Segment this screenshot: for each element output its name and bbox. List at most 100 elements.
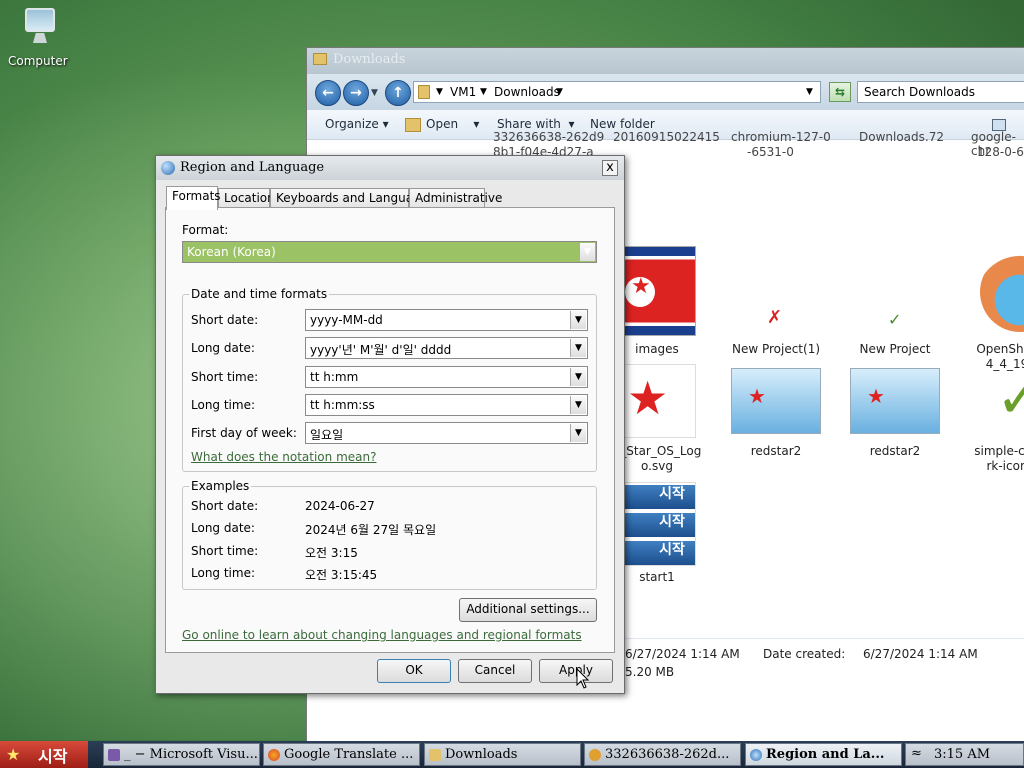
ok-button[interactable]: OK [377,659,451,683]
check-icon: ✓ [888,310,902,329]
taskbar-item-image-viewer[interactable]: 332636638-262d... [584,743,741,766]
online-help-link[interactable]: Go online to learn about changing langua… [182,628,582,642]
file-item[interactable]: OpenShell 4_4_19 [952,246,1024,372]
cancel-button[interactable]: Cancel [458,659,532,683]
redstar-logo-icon: ★ [618,364,696,438]
folder-icon [429,749,441,761]
forward-button[interactable]: → [343,80,369,106]
file-item[interactable]: ✓ simple-che rk-icon [952,364,1024,474]
firefox-icon [268,749,280,761]
size-value: 5.20 MB [625,665,675,679]
open-button[interactable]: Open ▾ [426,117,479,131]
file-item[interactable]: ✗ New Project(1) [721,246,831,357]
example-long-date-value: 2024년 6월 27일 목요일 [305,523,437,537]
format-value: Korean (Korea) [187,245,276,259]
chevron-down-icon[interactable]: ▼ [570,339,586,357]
refresh-button[interactable]: ⇆ [829,82,851,102]
chevron-down-icon[interactable]: ▼ [570,396,586,414]
taskbar-item-label: Downloads [445,747,518,762]
folder-icon [418,85,430,99]
tab-administrative[interactable]: Administrative [409,188,502,208]
flag-image-icon: ★ [618,246,696,336]
format-select[interactable]: Korean (Korea) ▼ [182,241,597,263]
open-icon [405,118,421,132]
formats-panel: Format: Korean (Korea) ▼ Date and time f… [165,207,615,653]
file-item[interactable]: ★ redstar2 [840,364,950,459]
chevron-down-icon[interactable]: ▼ [570,368,586,386]
breadcrumb-downloads[interactable]: Downloads [494,85,560,99]
group-title: Date and time formats [189,287,330,301]
tab-formats[interactable]: Formats [166,186,221,210]
date-created-value: 6/27/2024 1:14 AM [863,647,978,661]
start-button[interactable]: ★ 시작 [0,741,88,768]
taskbar-item-downloads[interactable]: Downloads [424,743,581,766]
format-label: Format: [182,223,229,237]
share-with-button[interactable]: Share with ▾ [497,117,575,131]
dialog-title: Region and Language [180,160,325,175]
organize-button[interactable]: Organize ▾ [325,117,389,131]
tab-keyboards-languages[interactable]: Keyboards and Languages [270,188,434,208]
long-time-select[interactable]: tt h:mm:ss ▼ [305,394,588,416]
first-day-select[interactable]: 일요일 ▼ [305,422,588,444]
clock[interactable]: 3:15 AM [934,747,990,762]
computer-icon [19,6,59,46]
dialog-title-bar[interactable]: Region and Language x [156,156,624,180]
big-check-icon: ✓ [996,366,1024,431]
taskbar-item-visual-studio[interactable]: _ − Microsoft Visu... [103,743,260,766]
file-name: OpenShell [976,342,1024,356]
tray-expand-icon[interactable]: ≈ [911,746,922,761]
long-date-select[interactable]: yyyy'년' M'월' d'일' dddd ▼ [305,337,588,359]
red-star-icon: ★ [6,745,21,764]
long-time-value: tt h:mm:ss [310,398,375,412]
globe-icon [161,161,175,175]
taskbar-item-google-translate[interactable]: Google Translate ... [263,743,420,766]
search-input[interactable]: Search Downloads [857,81,1024,103]
tab-location[interactable]: Location [218,188,275,208]
recent-pages-chevron-icon[interactable]: ▼ [371,88,378,98]
infinity-icon [108,749,120,761]
chevron-down-icon[interactable]: ▼ [556,87,563,97]
start-buttons-icon: 시작 시작 시작 [618,482,696,566]
desktop-icon-label: Computer [8,54,68,68]
short-time-value: tt h:mm [310,370,359,384]
address-box[interactable]: ▼ VM1 ▼ Downloads ▼ ▼ [413,81,821,103]
chevron-down-icon[interactable]: ▼ [570,311,586,329]
chevron-down-icon[interactable]: ▼ [579,243,595,261]
long-date-label: Long date: [191,341,255,355]
taskbar-item-region-language[interactable]: Region and La... [745,743,902,766]
notation-link[interactable]: What does the notation mean? [191,450,376,464]
region-language-dialog: Region and Language x Formats Location K… [155,155,625,694]
folder-icon [313,53,327,65]
file-name: redstar2 [750,444,802,458]
file-name-line2: rk-icon [986,459,1024,473]
file-item[interactable]: ★ redstar2 [721,364,831,459]
file-name: New Project(1) [731,342,821,356]
short-time-select[interactable]: tt h:mm ▼ [305,366,588,388]
magnifier-icon [589,749,601,761]
additional-settings-button[interactable]: Additional settings... [459,598,597,622]
date-created-label: Date created: [763,647,846,661]
file-name-partial: Downloads.72 [859,130,944,144]
file-name-partial: 128-0-65 [977,145,1024,159]
x-mark-icon: ✗ [767,307,783,328]
chevron-down-icon[interactable]: ▼ [436,87,443,97]
chevron-down-icon[interactable]: ▼ [480,87,487,97]
first-day-label: First day of week: [191,426,297,440]
file-name: redstar2 [869,444,921,458]
file-name-partial: 20160915022415 [613,130,720,144]
desktop-icon-computer[interactable]: Computer [8,6,70,68]
example-short-time-value: 오전 3:15 [305,546,358,560]
up-button[interactable]: ↑ [385,80,411,106]
new-folder-button[interactable]: New folder [590,117,655,131]
short-date-select[interactable]: yyyy-MM-dd ▼ [305,309,588,331]
redstar-banner-icon: ★ [731,368,821,434]
breadcrumb-vm1[interactable]: VM1 [450,85,476,99]
explorer-title-bar[interactable]: Downloads [307,48,1024,74]
date-time-formats-group: Date and time formats Short date: yyyy-M… [182,287,597,472]
chevron-down-icon[interactable]: ▼ [570,424,586,442]
close-button[interactable]: x [602,160,618,176]
address-history-chevron-icon[interactable]: ▼ [806,87,813,97]
back-button[interactable]: ← [315,80,341,106]
file-item[interactable]: ✓ New Project [840,246,950,357]
explorer-title: Downloads [333,52,406,67]
